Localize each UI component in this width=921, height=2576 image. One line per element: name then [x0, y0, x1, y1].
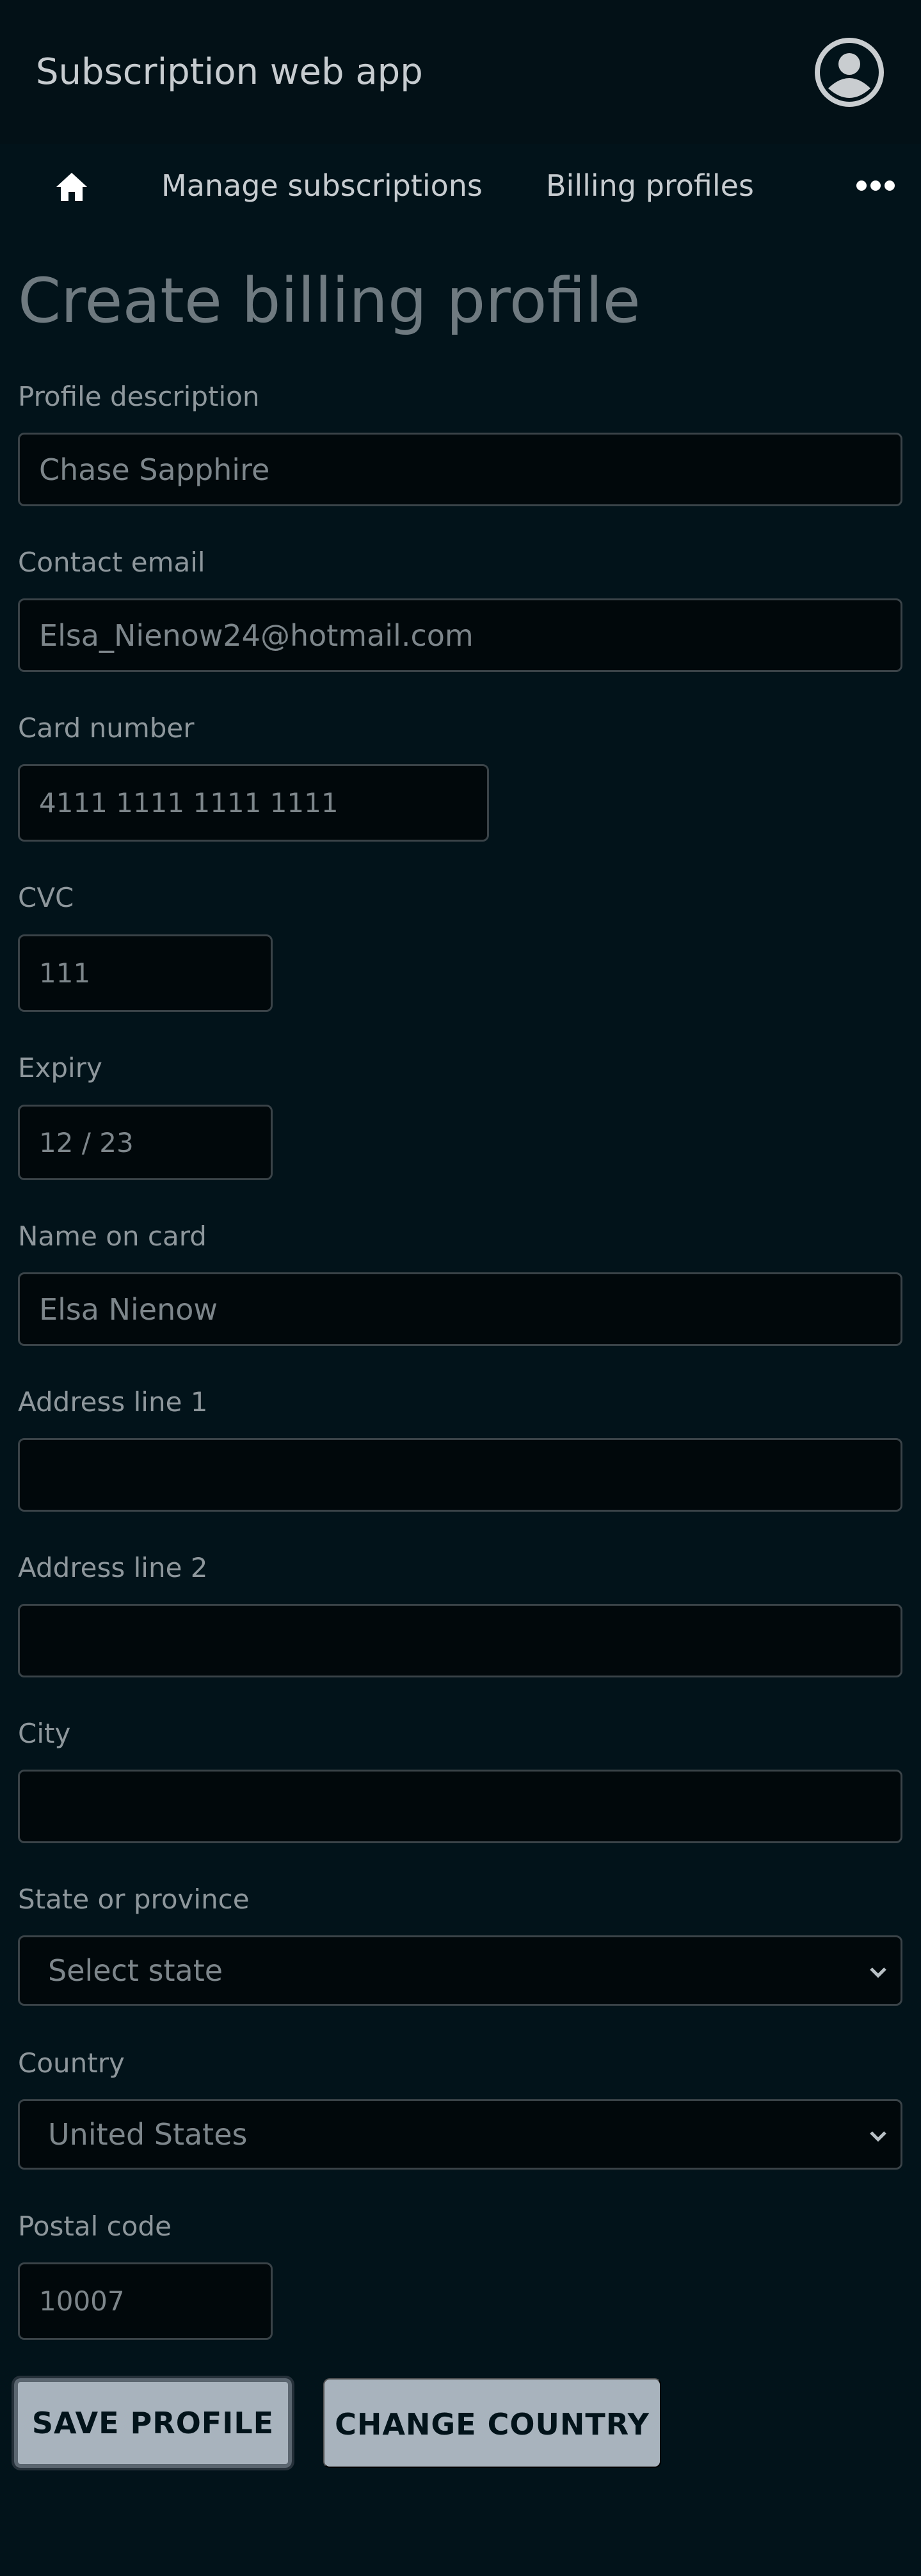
profile-description-label: Profile description	[18, 381, 260, 412]
country-label: Country	[18, 2047, 125, 2079]
home-icon[interactable]	[54, 169, 90, 205]
address-line-1-input[interactable]	[18, 1438, 902, 1512]
city-input[interactable]	[18, 1770, 902, 1843]
state-select[interactable]: Select state	[18, 1935, 902, 2006]
country-select-value: United States	[48, 2117, 248, 2152]
city-label: City	[18, 1718, 71, 1749]
card-number-label: Card number	[18, 712, 195, 744]
user-circle-icon[interactable]	[813, 36, 886, 109]
profile-description-input[interactable]	[18, 433, 902, 506]
chevron-down-icon	[870, 2131, 886, 2142]
more-horizontal-icon[interactable]	[855, 173, 896, 198]
name-on-card-input[interactable]	[18, 1272, 902, 1346]
expiry-input[interactable]	[18, 1105, 273, 1180]
postal-code-input[interactable]	[18, 2262, 273, 2340]
nav-billing-profiles[interactable]: Billing profiles	[546, 166, 754, 205]
app-title: Subscription web app	[36, 51, 423, 93]
postal-code-label: Postal code	[18, 2211, 172, 2242]
name-on-card-label: Name on card	[18, 1220, 207, 1252]
country-select[interactable]: United States	[18, 2099, 902, 2170]
card-number-input[interactable]	[18, 764, 489, 842]
app-header: Subscription web app	[0, 0, 921, 144]
main-nav: Manage subscriptions Billing profiles	[0, 154, 921, 218]
contact-email-label: Contact email	[18, 547, 205, 578]
contact-email-input[interactable]	[18, 598, 902, 672]
state-select-value: Select state	[48, 1953, 223, 1988]
address-line-1-label: Address line 1	[18, 1386, 208, 1418]
cvc-label: CVC	[18, 882, 74, 913]
address-line-2-label: Address line 2	[18, 1552, 208, 1583]
save-profile-button[interactable]: SAVE PROFILE	[12, 2376, 294, 2470]
expiry-label: Expiry	[18, 1052, 102, 1084]
chevron-down-icon	[870, 1967, 886, 1978]
cvc-input[interactable]	[18, 934, 273, 1012]
state-label: State or province	[18, 1884, 250, 1915]
change-country-button[interactable]: CHANGE COUNTRY	[323, 2378, 661, 2468]
nav-manage-subscriptions[interactable]: Manage subscriptions	[161, 166, 483, 205]
address-line-2-input[interactable]	[18, 1604, 902, 1677]
page-title: Create billing profile	[18, 265, 641, 337]
